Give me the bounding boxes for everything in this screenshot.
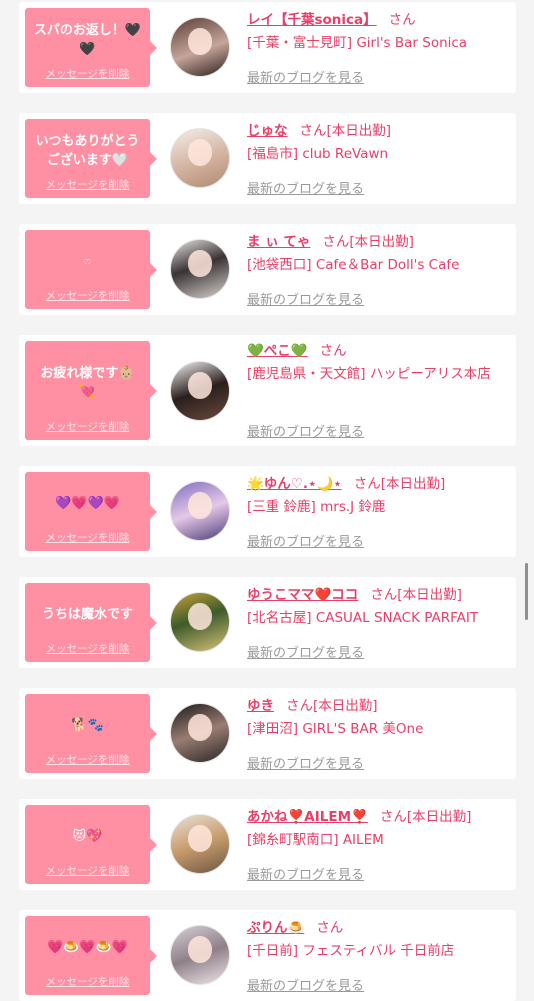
message-bubble: お疲れ様です👶🏼 💘 メッセージを削除 [25,341,157,440]
message-card: 😻💖 メッセージを削除 あかね❣️AILEM❣️ さん[本日出勤] [錦糸町駅南口… [19,799,516,890]
shop-text: [福島市] club ReVawn [247,146,389,162]
message-card: ෆ メッセージを削除 ま ぃ てゃ さん[本日出勤] [池袋西口] Cafe＆Ba… [19,224,516,315]
entry-info: ぷりん🍮 さん [千日前] フェスティバル 千日前店 [247,918,508,962]
cast-name-link[interactable]: ま ぃ てゃ [247,234,310,250]
message-bubble: スパのお返し！🖤 🖤 メッセージを削除 [25,8,157,87]
cast-name-link[interactable]: レイ【千葉sonica】 [247,12,377,28]
blog-link[interactable]: 最新のブログを見る [247,531,364,550]
message-text: 💜💗💜💗 [55,496,120,511]
cast-name-link[interactable]: あかね❣️AILEM❣️ [247,809,368,825]
cast-name-link[interactable]: ぷりん🍮 [247,920,304,936]
message-card: 💜💗💜💗 メッセージを削除 🌟ゆん♡.⋆🌙⋆ さん[本日出勤] [三重 鈴鹿] m… [19,466,516,557]
cast-status: さん [319,343,347,359]
message-text: ෆ [84,256,91,267]
blog-link[interactable]: 最新のブログを見る [247,642,364,661]
cast-status: さん[本日出勤] [286,698,378,714]
blog-link[interactable]: 最新のブログを見る [247,67,364,86]
message-text: 😻💖 [72,829,103,844]
cast-status: さん [316,920,344,936]
message-bubble: 💜💗💜💗 メッセージを削除 [25,472,157,551]
message-card: うちは魔水です メッセージを削除 ゆうこママ❤️ココ さん[本日出勤] [北名古屋… [19,577,516,668]
cast-name-link[interactable]: ゆうこママ❤️ココ [247,587,358,603]
shop-text: [鹿児島県・天文館] ハッピーアリス本店 [247,366,491,382]
entry-info: 💚ぺこ💚 さん [鹿児島県・天文館] ハッピーアリス本店 [247,341,508,385]
shop-text: [三重 鈴鹿] mrs.J 鈴鹿 [247,499,386,515]
cast-status: さん[本日出勤] [322,234,414,250]
message-text: お疲れ様です👶🏼 💘 [40,365,135,400]
entry-info: じゅな さん[本日出勤] [福島市] club ReVawn [247,121,508,165]
delete-message-link[interactable]: メッセージを削除 [25,288,150,303]
entry-info: レイ【千葉sonica】 さん [千葉・富士見町] Girl's Bar Soni… [247,10,508,54]
message-text: いつもありがとうございます🤍 [35,133,140,168]
message-card: スパのお返し！🖤 🖤 メッセージを削除 レイ【千葉sonica】 さん [千葉・富… [19,2,516,93]
cast-status: さん[本日出勤] [370,587,462,603]
blog-link[interactable]: 最新のブログを見る [247,289,364,308]
delete-message-link[interactable]: メッセージを削除 [25,752,150,767]
message-bubble: 😻💖 メッセージを削除 [25,805,157,884]
delete-message-link[interactable]: メッセージを削除 [25,530,150,545]
message-card: 🐕🐾 メッセージを削除 ゆき さん[本日出勤] [津田沼] GIRL'S BAR … [19,688,516,779]
cast-name-link[interactable]: ゆき [247,698,274,714]
blog-link[interactable]: 最新のブログを見る [247,178,364,197]
cast-status: さん [388,12,416,28]
delete-message-link[interactable]: メッセージを削除 [25,974,150,989]
cast-name-link[interactable]: 🌟ゆん♡.⋆🌙⋆ [247,476,342,492]
blog-link[interactable]: 最新のブログを見る [247,864,364,883]
entry-info: ま ぃ てゃ さん[本日出勤] [池袋西口] Cafe＆Bar Doll's Ca… [247,232,508,276]
delete-message-link[interactable]: メッセージを削除 [25,863,150,878]
cast-name-link[interactable]: じゅな [247,123,288,139]
message-card: お疲れ様です👶🏼 💘 メッセージを削除 💚ぺこ💚 さん [鹿児島県・天文館] ハッ… [19,335,516,446]
shop-text: [錦糸町駅南口] AILEM [247,832,384,848]
cast-status: さん[本日出勤] [353,476,446,492]
message-text: スパのお返し！🖤 🖤 [33,22,142,57]
shop-text: [北名古屋] CASUAL SNACK PARFAIT [247,610,479,626]
cast-name-link[interactable]: 💚ぺこ💚 [247,343,308,359]
blog-link[interactable]: 最新のブログを見る [247,753,364,772]
avatar[interactable] [170,481,230,541]
entry-info: ゆき さん[本日出勤] [津田沼] GIRL'S BAR 美One [247,696,508,740]
message-bubble: いつもありがとうございます🤍 メッセージを削除 [25,119,157,198]
entry-info: あかね❣️AILEM❣️ さん[本日出勤] [錦糸町駅南口] AILEM [247,807,508,851]
message-bubble: ෆ メッセージを削除 [25,230,157,309]
blog-link[interactable]: 最新のブログを見る [247,421,364,440]
blog-link[interactable]: 最新のブログを見る [247,975,364,994]
avatar[interactable] [170,925,230,985]
entry-info: 🌟ゆん♡.⋆🌙⋆ さん[本日出勤] [三重 鈴鹿] mrs.J 鈴鹿 [247,474,508,518]
avatar[interactable] [170,239,230,299]
message-text: 💗🍮💗🍮💗 [47,940,128,955]
avatar[interactable] [170,592,230,652]
entry-info: ゆうこママ❤️ココ さん[本日出勤] [北名古屋] CASUAL SNACK PA… [247,585,508,629]
avatar[interactable] [170,814,230,874]
message-bubble: 🐕🐾 メッセージを削除 [25,694,157,773]
cast-status: さん[本日出勤] [299,123,392,139]
shop-text: [池袋西口] Cafe＆Bar Doll's Cafe [247,257,460,273]
delete-message-link[interactable]: メッセージを削除 [25,419,150,434]
shop-text: [津田沼] GIRL'S BAR 美One [247,721,424,737]
avatar[interactable] [170,128,230,188]
avatar[interactable] [170,703,230,763]
message-bubble: うちは魔水です メッセージを削除 [25,583,157,662]
message-bubble: 💗🍮💗🍮💗 メッセージを削除 [25,916,157,995]
shop-text: [千葉・富士見町] Girl's Bar Sonica [247,35,468,51]
message-text: うちは魔水です [41,607,133,622]
delete-message-link[interactable]: メッセージを削除 [25,66,150,81]
avatar[interactable] [170,361,230,421]
delete-message-link[interactable]: メッセージを削除 [25,641,150,656]
scrollbar[interactable] [525,563,528,620]
delete-message-link[interactable]: メッセージを削除 [25,177,150,192]
cast-status: さん[本日出勤] [379,809,472,825]
message-card: いつもありがとうございます🤍 メッセージを削除 じゅな さん[本日出勤] [福島市… [19,113,516,204]
message-text: 🐕🐾 [71,718,104,733]
message-card: 💗🍮💗🍮💗 メッセージを削除 ぷりん🍮 さん [千日前] フェスティバル 千日前店… [19,910,516,1001]
avatar[interactable] [170,17,230,77]
shop-text: [千日前] フェスティバル 千日前店 [247,943,455,959]
